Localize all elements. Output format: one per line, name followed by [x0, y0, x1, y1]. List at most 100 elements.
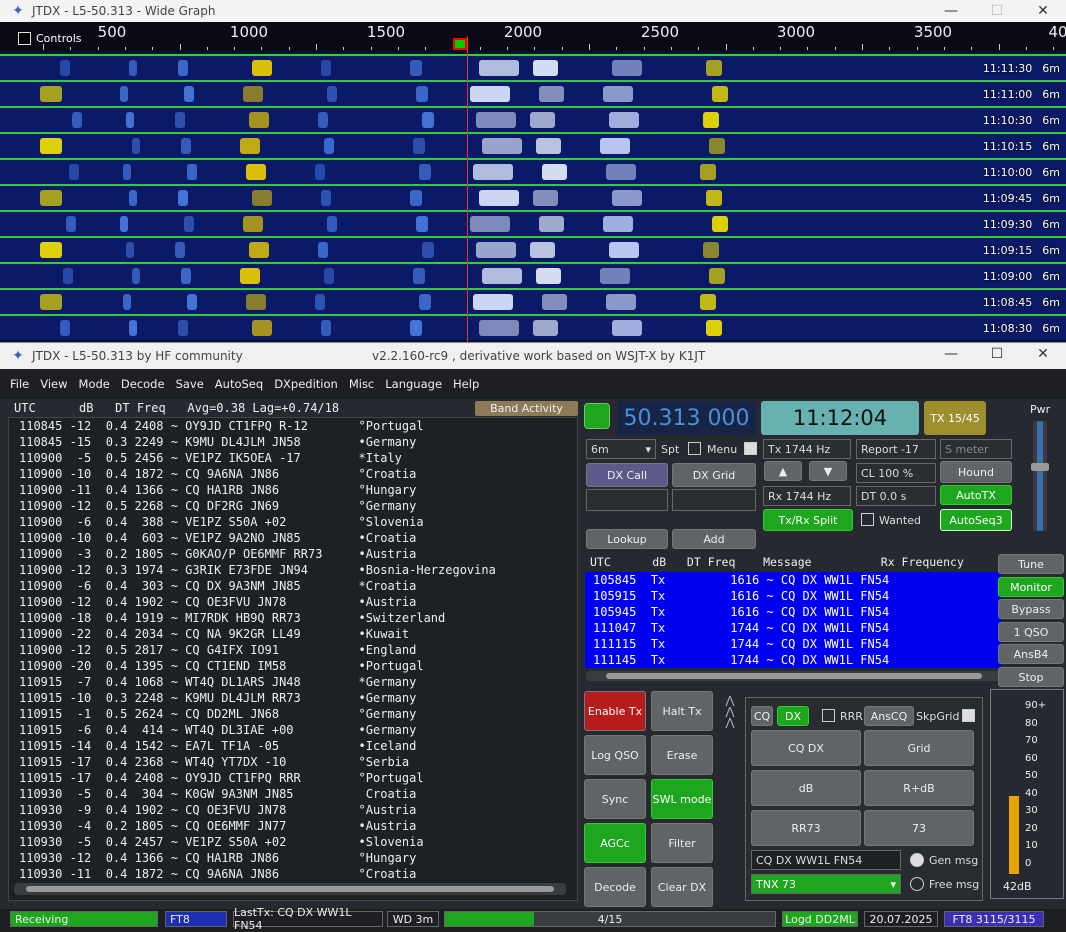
menu-checkbox[interactable] [744, 442, 757, 455]
decode-row[interactable]: 110915 -17 0.4 2368 ~ WT4Q YT7DX -10 °Se… [9, 754, 577, 770]
menu-autoseq[interactable]: AutoSeq [215, 377, 263, 391]
tx-row[interactable]: 111047 Tx 1744 ~ CQ DX WW1L FN54 [585, 620, 1001, 636]
tune-button[interactable]: Tune [998, 554, 1064, 574]
report-field[interactable]: Report -17 [856, 439, 936, 459]
down-arrow-button[interactable]: ▼ [809, 461, 847, 481]
autoseq3-button[interactable]: AutoSeq3 [940, 509, 1012, 531]
hound-button[interactable]: Hound [940, 461, 1012, 483]
menu-help[interactable]: Help [453, 377, 479, 391]
autotx-button[interactable]: AutoTX [940, 485, 1012, 505]
one-qso-button[interactable]: 1 QSO [998, 622, 1064, 642]
close-icon[interactable]: ✕ [1020, 0, 1066, 22]
free-msg-radio[interactable] [910, 877, 924, 891]
decode-row[interactable]: 110845 -12 0.4 2408 ~ OY9JD CT1FPQ R-12 … [9, 418, 577, 434]
decode-row[interactable]: 110900 -10 0.4 603 ~ VE1PZ 9A2NO JN85 •C… [9, 530, 577, 546]
menu-misc[interactable]: Misc [349, 377, 374, 391]
decode-row[interactable]: 110900 -12 0.3 1974 ~ G3RIK E73FDE JN94 … [9, 562, 577, 578]
frequency-scale[interactable]: Controls 500 1000 1500 2000 2500 3000 35… [0, 22, 1066, 50]
seventy-three-button[interactable]: 73 [864, 810, 974, 846]
decode-row[interactable]: 110930 -9 0.4 1902 ~ CQ OE3FVU JN78 °Aus… [9, 802, 577, 818]
band-activity-list[interactable]: 110845 -12 0.4 2408 ~ OY9JD CT1FPQ R-12 … [8, 417, 578, 901]
menu-file[interactable]: File [10, 377, 29, 391]
decode-row[interactable]: 110900 -3 0.2 1805 ~ G0KAO/P OE6MMF RR73… [9, 546, 577, 562]
decode-row[interactable]: 110915 -1 0.5 2624 ~ CQ DD2ML JN68 °Germ… [9, 706, 577, 722]
horizontal-scrollbar[interactable] [14, 883, 566, 895]
decode-row[interactable]: 110900 -22 0.4 2034 ~ CQ NA 9K2GR LL49 •… [9, 626, 577, 642]
enable-tx-button[interactable]: Enable Tx [584, 691, 646, 731]
decode-row[interactable]: 110930 -11 0.4 1872 ~ CQ 9A6NA JN86 °Cro… [9, 866, 577, 882]
ansb4-button[interactable]: AnsB4 [998, 644, 1064, 664]
waterfall[interactable]: 11:11:30 6m 11:11:00 6m 11:10:30 6m 11:10:15 6m… [0, 50, 1066, 342]
close-icon[interactable]: ✕ [1020, 343, 1066, 369]
tx-row[interactable]: 105915 Tx 1616 ~ CQ DX WW1L FN54 [585, 588, 1001, 604]
decode-row[interactable]: 110915 -7 0.4 1068 ~ WT4Q DL1ARS JN48 *G… [9, 674, 577, 690]
decode-row[interactable]: 110930 -5 0.4 2457 ~ VE1PZ S50A +02 •Slo… [9, 834, 577, 850]
tx-row[interactable]: 111145 Tx 1744 ~ CQ DX WW1L FN54 [585, 652, 1001, 668]
decode-row[interactable]: 110900 -18 0.4 1919 ~ MI7RDK HB9Q RR73 •… [9, 610, 577, 626]
skpgrid-checkbox[interactable] [962, 709, 975, 722]
sync-button[interactable]: Sync [584, 779, 646, 819]
rx-hz-field[interactable]: Rx 1744 Hz [763, 486, 851, 506]
menu-save[interactable]: Save [176, 377, 204, 391]
clear-dx-button[interactable]: Clear DX [651, 867, 713, 907]
decode-button[interactable]: Decode [584, 867, 646, 907]
gen-msg-radio[interactable] [910, 853, 924, 867]
decode-row[interactable]: 110930 -12 0.4 1366 ~ CQ HA1RB JN86 °Hun… [9, 850, 577, 866]
tx-horizontal-scrollbar[interactable] [586, 671, 1000, 681]
decode-row[interactable]: 110915 -6 0.4 414 ~ WT4Q DL3IAE +00 •Ger… [9, 722, 577, 738]
rrr-checkbox[interactable] [822, 709, 835, 722]
tx-hz-field[interactable]: Tx 1744 Hz [763, 439, 851, 459]
decode-row[interactable]: 110900 -10 0.4 1872 ~ CQ 9A6NA JN86 °Cro… [9, 466, 577, 482]
menu-dxpedition[interactable]: DXpedition [274, 377, 338, 391]
dx-grid-input[interactable] [672, 489, 756, 511]
s-meter-field[interactable]: S meter [940, 439, 1012, 459]
tx-frequency-marker[interactable] [453, 38, 467, 50]
menu-language[interactable]: Language [385, 377, 442, 391]
menu-view[interactable]: View [40, 377, 67, 391]
erase-button[interactable]: Erase [651, 735, 713, 775]
dx-grid-label[interactable]: DX Grid [672, 463, 756, 487]
decode-row[interactable]: 110915 -10 0.3 2248 ~ K9MU DL4JLM RR73 •… [9, 690, 577, 706]
anscq-button[interactable]: AnsCQ [864, 706, 914, 726]
decode-row[interactable]: 110845 -15 0.3 2249 ~ K9MU DL4JLM JN58 •… [9, 434, 577, 450]
halt-tx-button[interactable]: Halt Tx [651, 691, 713, 731]
maximize-icon[interactable]: ☐ [974, 0, 1020, 22]
rr73-button[interactable]: RR73 [751, 810, 861, 846]
decode-row[interactable]: 110900 -5 0.5 2456 ~ VE1PZ IK5OEA -17 *I… [9, 450, 577, 466]
message-input[interactable]: CQ DX WW1L FN54 [751, 850, 901, 870]
decode-row[interactable]: 110900 -6 0.4 303 ~ CQ DX 9A3NM JN85 *Cr… [9, 578, 577, 594]
menu-decode[interactable]: Decode [121, 377, 165, 391]
tx-message-list[interactable]: 105845 Tx 1616 ~ CQ DX WW1L FN54 105915 T… [585, 572, 1001, 668]
wanted-checkbox[interactable] [861, 513, 874, 526]
cl-field[interactable]: CL 100 % [856, 463, 936, 483]
filter-button[interactable]: Filter [651, 823, 713, 863]
tx-row[interactable]: 111115 Tx 1744 ~ CQ DX WW1L FN54 [585, 636, 1001, 652]
decode-row[interactable]: 110900 -12 0.4 1902 ~ CQ OE3FVU JN78 •Au… [9, 594, 577, 610]
decode-row[interactable]: 110900 -11 0.4 1366 ~ CQ HA1RB JN86 °Hun… [9, 482, 577, 498]
grid-button[interactable]: Grid [864, 730, 974, 766]
agcc-button[interactable]: AGCc [584, 823, 646, 863]
maximize-icon[interactable]: ☐ [974, 343, 1020, 369]
tx-row[interactable]: 105945 Tx 1616 ~ CQ DX WW1L FN54 [585, 604, 1001, 620]
minimize-icon[interactable]: — [928, 343, 974, 369]
spt-checkbox[interactable] [688, 442, 701, 455]
power-slider[interactable] [1031, 421, 1049, 531]
band-select[interactable]: 6m ▾ [586, 439, 656, 459]
lookup-button[interactable]: Lookup [586, 529, 668, 549]
dt-field[interactable]: DT 0.0 s [856, 486, 936, 506]
bypass-button[interactable]: Bypass [998, 599, 1064, 619]
r-db-button[interactable]: R+dB [864, 770, 974, 806]
txrx-split-button[interactable]: Tx/Rx Split [763, 509, 853, 531]
arrow-tabs-icon[interactable]: ⋀ ⋀ ⋀ [720, 695, 740, 729]
swl-mode-button[interactable]: SWL mode [651, 779, 713, 819]
free-message-select[interactable]: TNX 73 ▾ [751, 874, 901, 894]
monitor-button[interactable]: Monitor [998, 577, 1064, 597]
add-button[interactable]: Add [672, 529, 756, 549]
dx-toggle[interactable]: DX [777, 706, 809, 726]
controls-toggle[interactable]: Controls [18, 32, 82, 45]
log-qso-button[interactable]: Log QSO [584, 735, 646, 775]
decode-row[interactable]: 110900 -6 0.4 388 ~ VE1PZ S50A +02 °Slov… [9, 514, 577, 530]
decode-row[interactable]: 110930 -4 0.2 1805 ~ CQ OE6MMF JN77 •Aus… [9, 818, 577, 834]
tx-row[interactable]: 105845 Tx 1616 ~ CQ DX WW1L FN54 [585, 572, 1001, 588]
up-arrow-button[interactable]: ▲ [764, 461, 802, 481]
